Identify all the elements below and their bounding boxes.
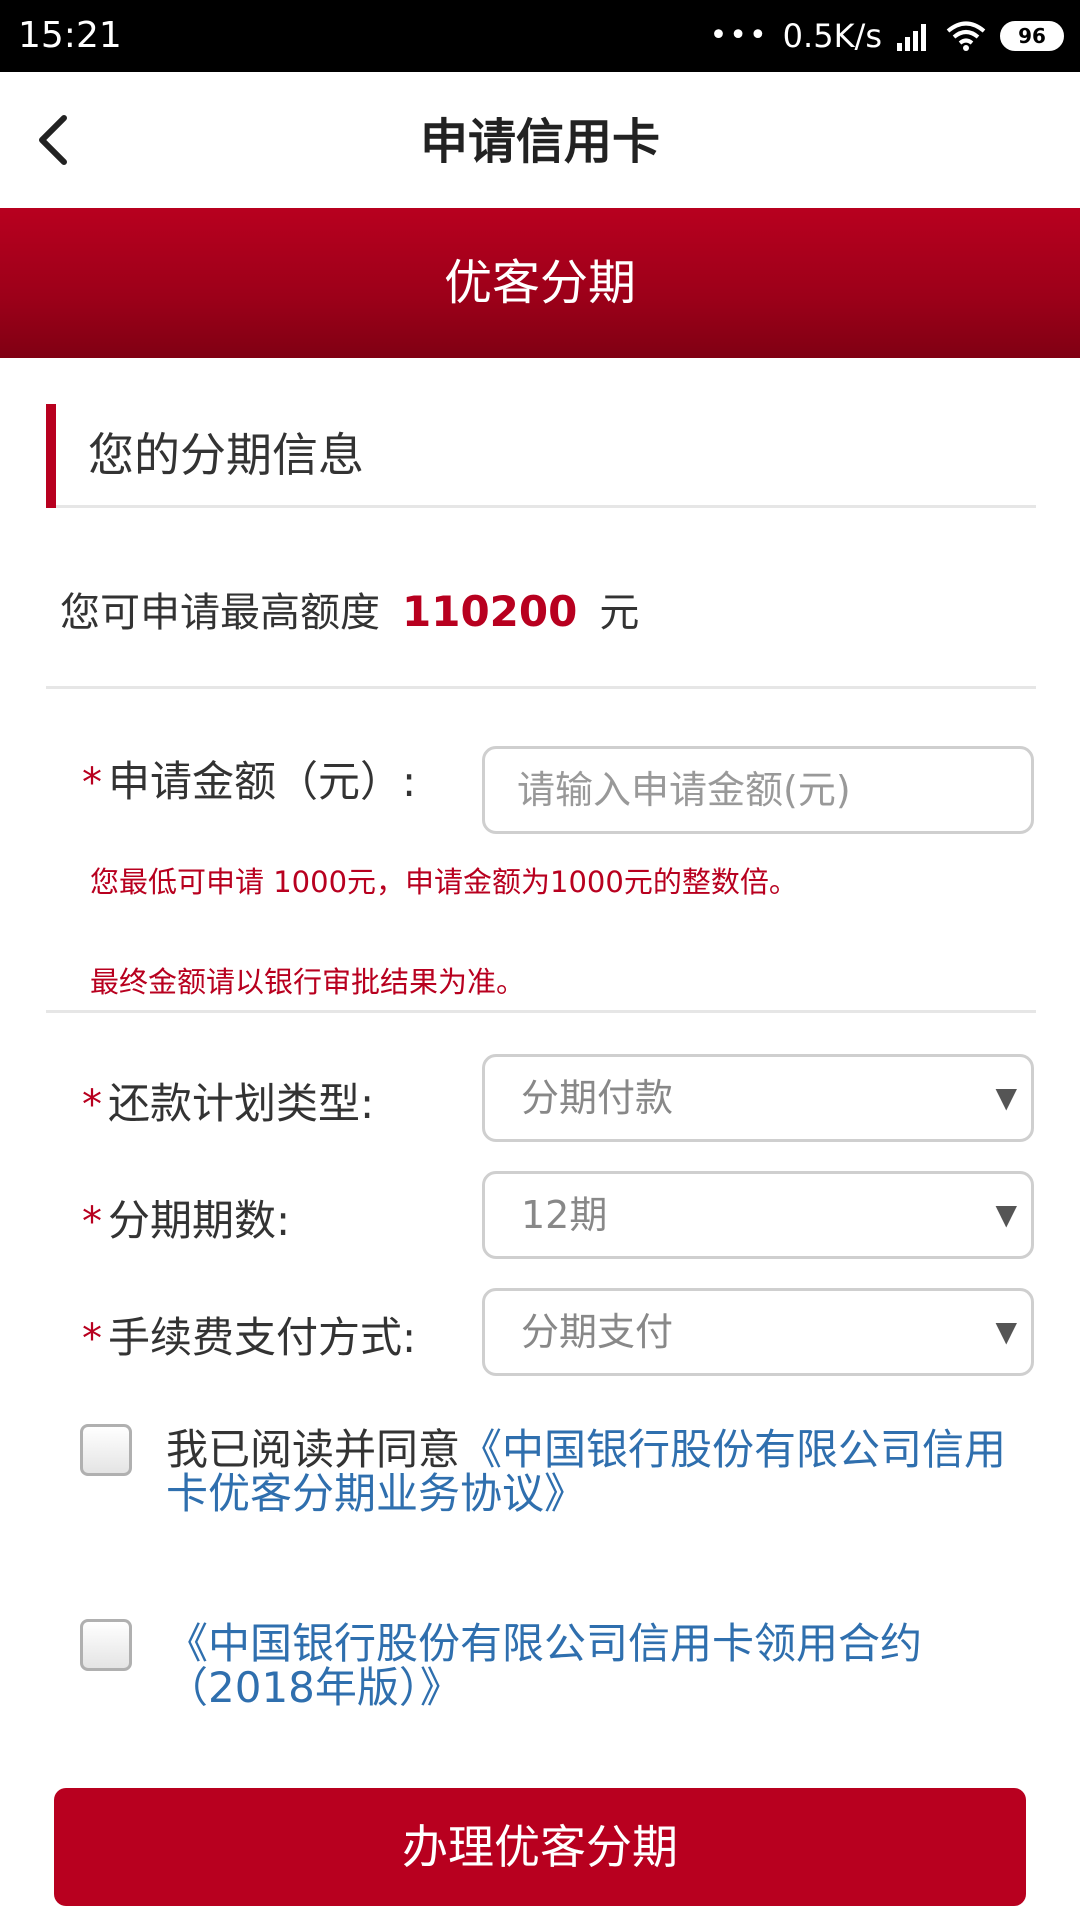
- periods-label: * 分期期数:: [82, 1191, 290, 1252]
- agreement2-checkbox[interactable]: [80, 1619, 132, 1671]
- agreement1-checkbox[interactable]: [80, 1424, 132, 1476]
- section-title: 您的分期信息: [88, 428, 364, 482]
- fee-method-label: * 手续费支付方式:: [82, 1308, 416, 1369]
- periods-select[interactable]: 12期 ▼: [482, 1171, 1034, 1259]
- banner: 优客分期: [0, 208, 1080, 358]
- periods-label-text: 分期期数:: [108, 1196, 291, 1245]
- dropdown-arrow-icon: ▼: [995, 1315, 1017, 1348]
- max-limit-row: 您可申请最高额度 110200 元: [60, 582, 639, 643]
- status-time: 15:21: [18, 15, 122, 56]
- status-bar: 15:21 ••• 0.5K/s 96: [0, 0, 1080, 72]
- repay-type-label-text: 还款计划类型:: [108, 1079, 375, 1128]
- max-limit-unit: 元: [599, 590, 640, 636]
- required-mark: *: [82, 1316, 102, 1362]
- max-limit-label: 您可申请最高额度: [60, 590, 380, 636]
- fee-method-value: 分期支付: [521, 1310, 674, 1354]
- nav-bar: 申请信用卡: [0, 72, 1080, 208]
- banner-title: 优客分期: [443, 255, 636, 311]
- section-header: 您的分期信息: [46, 404, 1036, 508]
- fee-method-label-text: 手续费支付方式:: [108, 1313, 417, 1362]
- dropdown-arrow-icon: ▼: [995, 1198, 1017, 1231]
- page-title: 申请信用卡: [419, 114, 660, 170]
- divider: [46, 1010, 1036, 1013]
- agreement1-text: 我已阅读并同意《中国银行股份有限公司信用卡优客分期业务协议》: [166, 1428, 1046, 1516]
- final-amount-hint: 最终金额请以银行审批结果为准。: [90, 965, 526, 999]
- agreement2-text: 《中国银行股份有限公司信用卡领用合约（2018年版）》: [166, 1622, 1046, 1710]
- agree-prefix: 我已阅读并同意: [166, 1425, 461, 1474]
- more-dots-icon: •••: [709, 18, 769, 53]
- amount-label: * 申请金额（元）:: [82, 752, 416, 813]
- section-accent-bar: [46, 404, 56, 508]
- max-limit-value: 110200: [402, 587, 578, 636]
- required-mark: *: [82, 1082, 102, 1128]
- agreement2-link[interactable]: 《中国银行股份有限公司信用卡领用合约（2018年版）》: [166, 1619, 922, 1712]
- required-mark: *: [82, 1199, 102, 1245]
- battery-icon: 96: [1000, 21, 1064, 51]
- amount-input[interactable]: [482, 746, 1034, 834]
- repay-type-select[interactable]: 分期付款 ▼: [482, 1054, 1034, 1142]
- min-amount-hint: 您最低可申请 1000元，申请金额为1000元的整数倍。: [90, 865, 798, 899]
- fee-method-select[interactable]: 分期支付 ▼: [482, 1288, 1034, 1376]
- network-speed: 0.5K/s: [782, 17, 882, 55]
- dropdown-arrow-icon: ▼: [995, 1081, 1017, 1114]
- periods-value: 12期: [521, 1193, 608, 1237]
- wifi-icon: [946, 21, 986, 51]
- submit-button[interactable]: 办理优客分期: [54, 1788, 1026, 1906]
- status-icons: ••• 0.5K/s 96: [710, 14, 1064, 58]
- amount-label-text: 申请金额（元）:: [108, 757, 417, 806]
- signal-icon: [897, 24, 926, 51]
- repay-type-value: 分期付款: [521, 1076, 674, 1120]
- repay-type-label: * 还款计划类型:: [82, 1074, 374, 1135]
- required-mark: *: [82, 760, 102, 806]
- divider: [46, 686, 1036, 689]
